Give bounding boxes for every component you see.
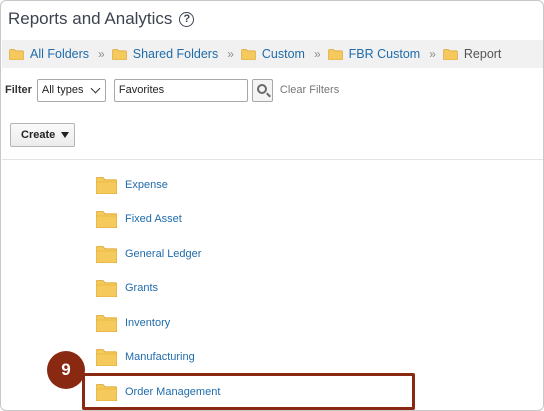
folder-icon — [241, 48, 256, 60]
folder-name: General Ledger — [125, 248, 202, 260]
breadcrumb: All Folders » Shared Folders » Custom » … — [2, 40, 543, 68]
breadcrumb-label: Custom — [261, 47, 305, 61]
list-item[interactable]: Manufacturing — [96, 347, 195, 367]
breadcrumb-fbr-custom[interactable]: FBR Custom — [327, 47, 421, 61]
list-item[interactable]: Fixed Asset — [96, 209, 182, 229]
help-icon[interactable]: ? — [179, 11, 195, 27]
folder-name: Inventory — [125, 317, 171, 329]
folder-icon — [96, 210, 117, 228]
create-button[interactable]: Create — [10, 123, 75, 147]
folder-name: Grants — [125, 282, 159, 294]
type-select-value: All types — [41, 84, 84, 96]
page-title: Reports and Analytics — [8, 9, 173, 28]
folder-name: Manufacturing — [125, 351, 195, 363]
list-item[interactable]: Expense — [96, 175, 168, 195]
divider — [2, 159, 543, 160]
search-input[interactable]: Favorites — [113, 78, 248, 102]
caret-down-icon — [61, 132, 70, 138]
breadcrumb-label: Report — [463, 47, 502, 61]
breadcrumb-all-folders[interactable]: All Folders — [9, 47, 89, 61]
breadcrumb-custom[interactable]: Custom — [241, 47, 305, 61]
filter-row: Filter All types Favorites Clear Filters — [5, 78, 339, 102]
folder-name: Expense — [125, 179, 168, 191]
chevron-down-icon — [90, 83, 101, 93]
list-item[interactable]: Inventory — [96, 313, 170, 333]
create-button-label: Create — [21, 129, 56, 141]
breadcrumb-report: Report — [443, 47, 502, 61]
search-icon — [256, 83, 267, 94]
title-row: Reports and Analytics ? — [8, 8, 195, 30]
reports-analytics-window: Reports and Analytics ? All Folders » Sh… — [0, 0, 544, 411]
list-item[interactable]: General Ledger — [96, 244, 201, 264]
folder-icon — [96, 314, 117, 332]
clear-filters-link[interactable]: Clear Filters — [280, 84, 339, 96]
breadcrumb-label: FBR Custom — [348, 47, 421, 61]
breadcrumb-separator: » — [98, 47, 105, 61]
folder-icon — [96, 245, 117, 263]
folder-icon — [443, 48, 458, 60]
folder-name: Fixed Asset — [125, 213, 182, 225]
breadcrumb-separator: » — [429, 47, 436, 61]
folder-icon — [96, 176, 117, 194]
search-button[interactable] — [251, 78, 273, 102]
step-highlight-box — [82, 373, 415, 410]
folder-icon — [327, 48, 343, 60]
breadcrumb-label: All Folders — [30, 47, 90, 61]
folder-icon — [96, 348, 117, 366]
step-number-badge: 9 — [47, 351, 85, 389]
breadcrumb-separator: » — [313, 47, 321, 61]
folder-icon — [111, 48, 127, 60]
filter-label: Filter — [5, 84, 32, 96]
search-icon-handle — [265, 92, 271, 97]
type-select[interactable]: All types — [36, 78, 106, 102]
breadcrumb-label: Shared Folders — [132, 47, 219, 61]
breadcrumb-shared-folders[interactable]: Shared Folders — [111, 47, 219, 61]
folder-icon — [96, 279, 117, 297]
list-item[interactable]: Grants — [96, 278, 158, 298]
folder-icon — [9, 48, 24, 60]
breadcrumb-separator: » — [227, 47, 234, 61]
